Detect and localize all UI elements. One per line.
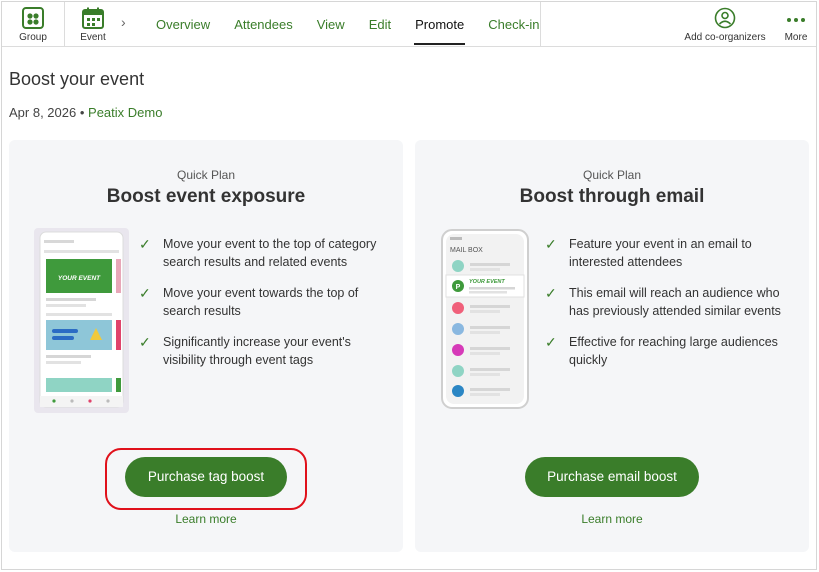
highlight-annotation <box>105 448 307 510</box>
checkmark-icon: ✓ <box>139 334 151 350</box>
organizer-link[interactable]: Peatix Demo <box>88 105 162 120</box>
plan-title: Boost event exposure <box>106 186 306 207</box>
feature-item: ✓ Effective for reaching large audiences … <box>545 334 778 367</box>
feature-list: ✓ Feature your event in an email to inter… <box>545 235 795 382</box>
event-tabs: Overview Attendees View Edit Promote Che… <box>144 2 552 47</box>
nav-divider <box>540 2 541 47</box>
feature-list: ✓ Move your event to the top of category … <box>139 235 389 382</box>
event-nav-label: Event <box>80 32 106 43</box>
feature-item: ✓ Move your event towards the top of sear… <box>139 285 359 318</box>
event-date: Apr 8, 2026 <box>9 105 77 120</box>
page-title: Boost your event <box>9 69 145 89</box>
add-coorganizers-label: Add co-organizers <box>684 32 766 43</box>
your-event-illustration-text: YOUR EVENT <box>469 279 505 285</box>
feature-item: ✓ Move your event to the top of category … <box>139 236 377 269</box>
event-nav-button[interactable]: Event <box>65 2 121 47</box>
tab-edit[interactable]: Edit <box>357 2 403 47</box>
chevron-right-icon: › <box>121 14 126 30</box>
learn-more-link[interactable]: Learn more <box>9 512 403 526</box>
checkmark-icon: ✓ <box>139 236 151 252</box>
calendar-icon <box>82 7 104 29</box>
event-subline: Apr 8, 2026 • Peatix Demo <box>9 105 162 120</box>
plan-kicker: Quick Plan <box>176 168 236 182</box>
peatix-badge-text: P <box>456 284 461 291</box>
purchase-email-boost-button[interactable]: Purchase email boost <box>525 457 699 497</box>
plan-title: Boost through email <box>519 186 705 207</box>
checkmark-icon: ✓ <box>545 236 557 252</box>
tab-view[interactable]: View <box>305 2 357 47</box>
top-navigation: Group Event › Overview Attendees View Ed… <box>2 2 816 47</box>
more-dots-icon <box>787 18 805 22</box>
feature-item: ✓ This email will reach an audience who h… <box>545 285 781 318</box>
more-label: More <box>784 32 808 43</box>
group-nav-label: Group <box>19 32 47 43</box>
your-event-illustration-text: YOUR EVENT <box>58 275 101 282</box>
learn-more-link[interactable]: Learn more <box>415 512 809 526</box>
add-person-icon <box>714 7 736 29</box>
more-button[interactable]: More <box>776 2 816 47</box>
search-results-phone-illustration: YOUR EVENT <box>34 228 129 413</box>
tab-attendees[interactable]: Attendees <box>222 2 305 47</box>
add-coorganizers-button[interactable]: Add co-organizers <box>670 2 780 47</box>
checkmark-icon: ✓ <box>545 334 557 350</box>
page-frame: Group Event › Overview Attendees View Ed… <box>1 1 817 570</box>
mailbox-phone-illustration: MAIL BOX P YOUR EVENT <box>441 229 529 409</box>
plan-kicker: Quick Plan <box>582 168 642 182</box>
feature-item: ✓ Significantly increase your event's vis… <box>139 334 351 367</box>
checkmark-icon: ✓ <box>139 285 151 301</box>
separator-dot: • <box>79 105 85 120</box>
tab-promote[interactable]: Promote <box>403 2 476 47</box>
tab-overview[interactable]: Overview <box>144 2 222 47</box>
mailbox-illustration-title: MAIL BOX <box>450 247 483 254</box>
group-nav-button[interactable]: Group <box>2 2 64 47</box>
group-icon <box>22 7 44 29</box>
email-boost-card: Quick Plan Boost through email MAIL BOX … <box>415 140 809 552</box>
feature-item: ✓ Feature your event in an email to inter… <box>545 236 752 269</box>
checkmark-icon: ✓ <box>545 285 557 301</box>
